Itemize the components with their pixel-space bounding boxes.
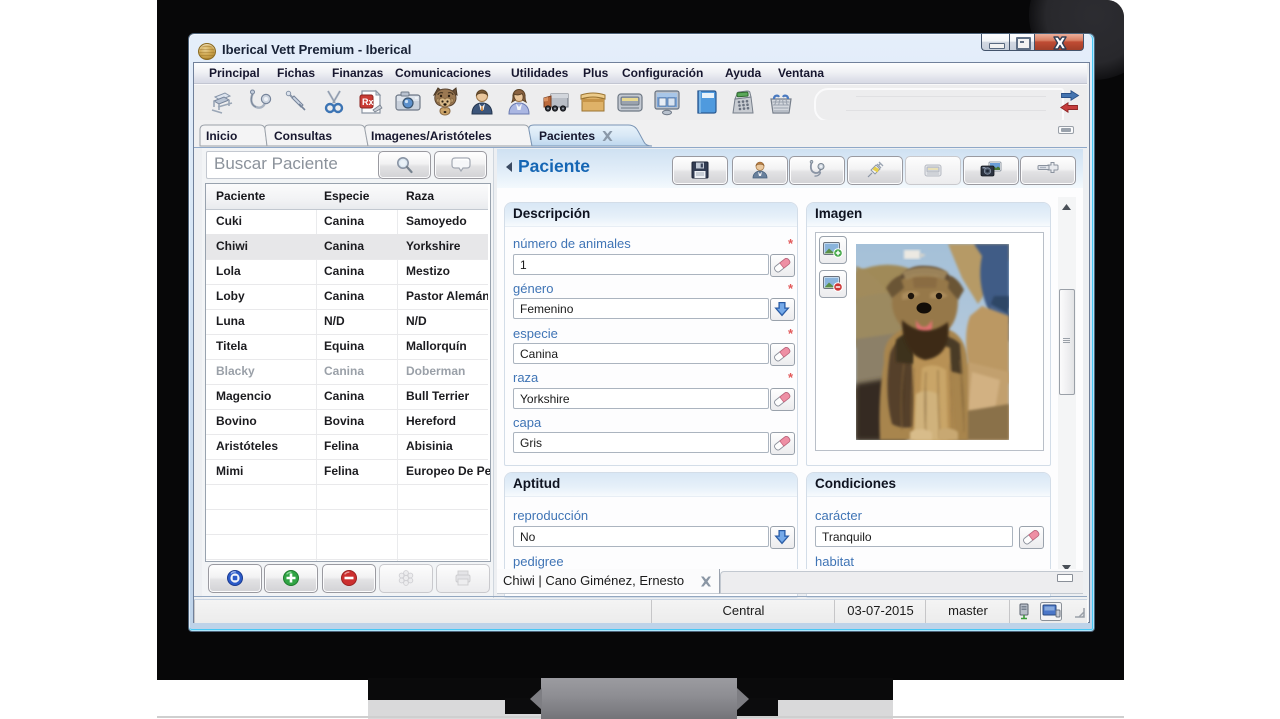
- svg-text:Rx: Rx: [362, 97, 374, 107]
